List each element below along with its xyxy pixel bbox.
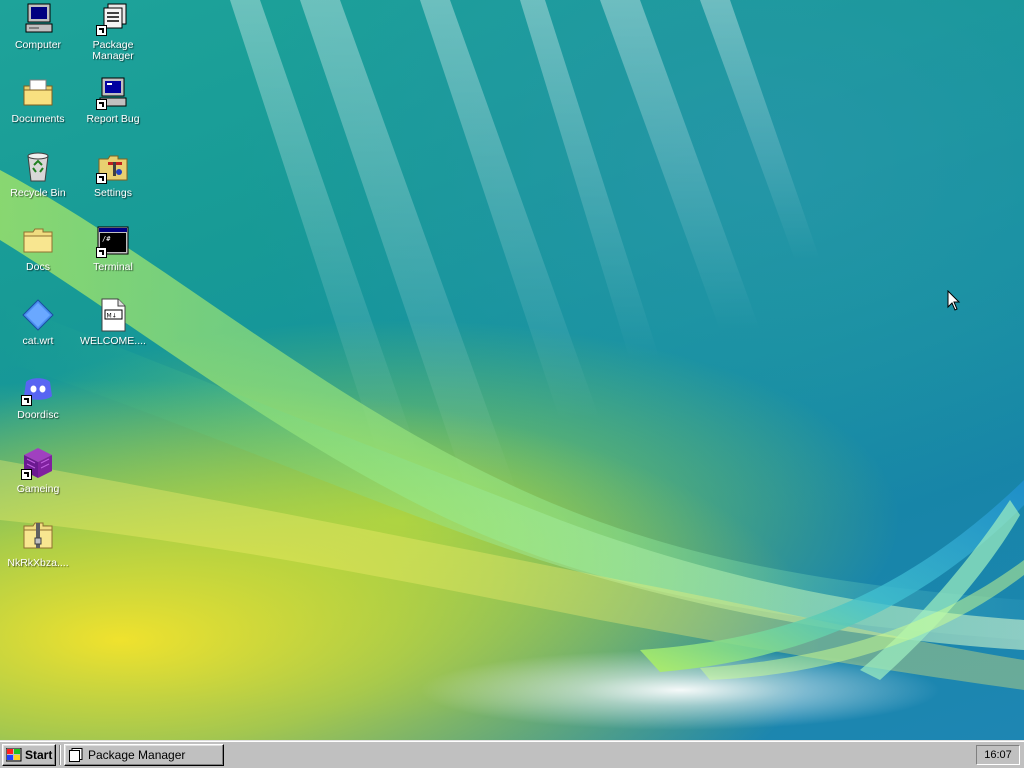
- desktop-icon-docs[interactable]: Docs: [2, 224, 74, 273]
- icon-label: Computer: [14, 39, 62, 51]
- shortcut-arrow-icon: [96, 99, 107, 110]
- shortcut-arrow-icon: [96, 173, 107, 184]
- desktop-icon-welcome[interactable]: M↓ WELCOME....: [77, 298, 149, 347]
- recycle-bin-icon: [21, 150, 55, 184]
- icon-label: Recycle Bin: [10, 187, 66, 199]
- desktop-icon-gameing[interactable]: Gameing: [2, 446, 74, 495]
- icon-label: Gameing: [16, 483, 60, 495]
- folder-icon: [21, 224, 55, 258]
- icon-label: Documents: [11, 113, 65, 125]
- report-bug-icon: [96, 76, 130, 110]
- shortcut-arrow-icon: [21, 469, 32, 480]
- zip-archive-icon: [21, 520, 55, 554]
- svg-text:M↓: M↓: [107, 313, 117, 320]
- desktop-icon-doordisc[interactable]: Doordisc: [2, 372, 74, 421]
- icon-label: NkRkXbza....: [7, 557, 69, 569]
- desktop-icon-settings[interactable]: Settings: [77, 150, 149, 199]
- shortcut-arrow-icon: [96, 247, 107, 258]
- icon-label: Terminal: [93, 261, 133, 273]
- wallpaper-art: [0, 0, 1024, 690]
- desktop-icon-package-manager[interactable]: Package Manager: [77, 2, 149, 62]
- icon-label: cat.wrt: [22, 335, 54, 347]
- desktop-icon-cat-wrt[interactable]: cat.wrt: [2, 298, 74, 347]
- shortcut-arrow-icon: [96, 25, 107, 36]
- system-clock[interactable]: 16:07: [976, 745, 1020, 765]
- icon-label: Package Manager: [92, 39, 134, 62]
- start-logo-icon: [5, 747, 22, 762]
- desktop-icon-terminal[interactable]: /# Terminal: [77, 224, 149, 273]
- settings-icon: [96, 150, 130, 184]
- icon-label: Doordisc: [17, 409, 59, 421]
- package-manager-icon: [96, 2, 130, 36]
- icon-label: Settings: [94, 187, 132, 199]
- desktop-icon-report-bug[interactable]: Report Bug: [77, 76, 149, 125]
- svg-text:/#: /#: [102, 235, 111, 243]
- window-icon: [69, 748, 83, 762]
- terminal-icon: /#: [96, 224, 130, 258]
- icon-label: WELCOME....: [80, 335, 146, 347]
- computer-icon: [21, 2, 55, 36]
- start-label: Start: [25, 748, 53, 762]
- game-cube-icon: [21, 446, 55, 480]
- taskbar-separator: [59, 745, 61, 765]
- wrt-file-icon: [21, 298, 55, 332]
- desktop-icon-zip-archive[interactable]: NkRkXbza....: [2, 520, 74, 569]
- taskbar: Start Package Manager 16:07: [0, 740, 1024, 768]
- desktop-icon-computer[interactable]: Computer: [2, 2, 74, 51]
- icon-label: Report Bug: [86, 113, 140, 125]
- icon-label: Docs: [26, 261, 50, 273]
- task-button-label: Package Manager: [88, 748, 186, 762]
- desktop[interactable]: Computer Package Manager Documents Repor…: [0, 0, 1024, 740]
- markdown-file-icon: M↓: [96, 298, 130, 332]
- desktop-icon-documents[interactable]: Documents: [2, 76, 74, 125]
- mouse-cursor-icon: [947, 290, 961, 311]
- clock-time: 16:07: [984, 749, 1012, 761]
- desktop-icon-recycle-bin[interactable]: Recycle Bin: [2, 150, 74, 199]
- doordisc-icon: [21, 372, 55, 406]
- task-button-package-manager[interactable]: Package Manager: [64, 744, 224, 766]
- start-button[interactable]: Start: [2, 744, 56, 766]
- documents-folder-icon: [21, 76, 55, 110]
- shortcut-arrow-icon: [21, 395, 32, 406]
